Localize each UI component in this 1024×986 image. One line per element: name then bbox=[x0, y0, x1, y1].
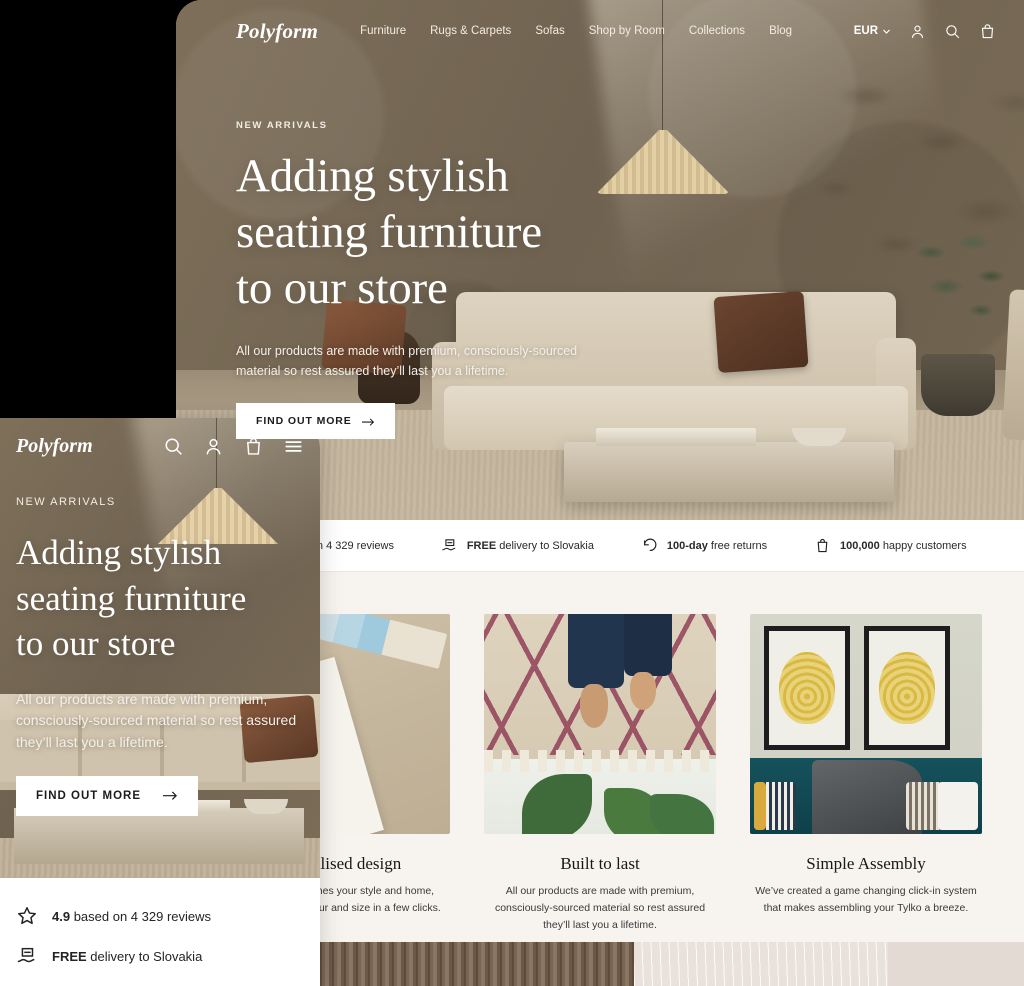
hero-pillow-right bbox=[713, 290, 809, 374]
feature-text: All our products are made with premium, … bbox=[494, 885, 706, 931]
mobile-brand-logo[interactable]: Polyform bbox=[16, 435, 93, 458]
plant-leaf-3 bbox=[650, 794, 714, 834]
trust-item-delivery: FREE delivery to Slovakia bbox=[441, 537, 594, 554]
nav-link-shop-by-room[interactable]: Shop by Room bbox=[589, 25, 665, 37]
monstera-leaf bbox=[522, 774, 592, 834]
search-icon[interactable] bbox=[944, 23, 961, 40]
white-cushion bbox=[938, 782, 978, 830]
jeans-leg-right bbox=[624, 614, 672, 676]
hero-copy: NEW ARRIVALS Adding stylish seating furn… bbox=[236, 120, 666, 440]
mobile-hero-eyebrow: NEW ARRIVALS bbox=[16, 496, 116, 508]
background-black-panel bbox=[0, 0, 176, 418]
mobile-trust-rest-reviews: based on 4 329 reviews bbox=[73, 908, 212, 924]
nav-link-blog[interactable]: Blog bbox=[769, 25, 792, 37]
feature-text: We’ve created a game changing click-in s… bbox=[755, 885, 977, 914]
hero-headline-line-2: seating furniture bbox=[236, 205, 542, 258]
nav-actions: EUR bbox=[854, 23, 996, 40]
hero-eyebrow: NEW ARRIVALS bbox=[236, 120, 328, 131]
mobile-hero-cta-button[interactable]: FIND OUT MORE bbox=[16, 775, 198, 816]
feature-image-simple-assembly bbox=[750, 614, 982, 834]
plain-panel bbox=[888, 942, 1024, 986]
bag-icon[interactable] bbox=[979, 23, 996, 40]
nav-link-sofas[interactable]: Sofas bbox=[535, 25, 564, 37]
mobile-hero-headline: Adding stylish seating furniture to our … bbox=[16, 530, 308, 667]
currency-label: EUR bbox=[853, 25, 878, 37]
delivery-icon bbox=[16, 945, 38, 967]
mobile-trust-item-reviews: 4.9 based on 4 329 reviews bbox=[16, 896, 304, 936]
chevron-down-icon bbox=[882, 27, 891, 36]
mobile-headline-line-2: seating furniture bbox=[16, 578, 247, 618]
hero-headline-line-1: Adding stylish bbox=[236, 150, 509, 202]
bag-icon bbox=[814, 537, 831, 554]
mobile-trust-strong-reviews: 4.9 bbox=[52, 908, 71, 924]
account-icon[interactable] bbox=[909, 23, 926, 40]
mobile-trust-item-returns: 100-day free returns bbox=[16, 976, 304, 986]
mobile-hero-cta-label: FIND OUT MORE bbox=[36, 789, 141, 802]
brand-logo[interactable]: Polyform bbox=[236, 19, 318, 44]
shell-illustration bbox=[879, 652, 935, 724]
shell-illustration bbox=[779, 652, 835, 724]
currency-selector[interactable]: EUR bbox=[854, 25, 891, 37]
search-icon[interactable] bbox=[163, 436, 184, 457]
arrow-right-icon bbox=[163, 791, 178, 801]
yellow-cushion-stripe bbox=[754, 782, 766, 830]
feature-title: Simple Assembly bbox=[806, 854, 926, 873]
mobile-trust-strong-delivery: FREE bbox=[52, 948, 87, 964]
feature-image-built-to-last bbox=[484, 614, 716, 834]
account-icon[interactable] bbox=[203, 436, 224, 457]
hero-headline-line-3: to our store bbox=[236, 261, 448, 314]
hero-cta-button[interactable]: FIND OUT MORE bbox=[236, 403, 395, 440]
trust-item-customers: 100,000 happy customers bbox=[814, 537, 967, 554]
return-icon bbox=[641, 537, 658, 554]
rug-fringe bbox=[484, 750, 716, 773]
nav-link-furniture[interactable]: Furniture bbox=[360, 25, 406, 37]
trust-rest-delivery: delivery to Slovakia bbox=[499, 539, 594, 552]
hero-subtext: All our products are made with premium, … bbox=[236, 343, 578, 379]
trust-strong-customers: 100,000 bbox=[839, 539, 880, 552]
nav-link-collections[interactable]: Collections bbox=[689, 25, 745, 37]
mobile-headline-line-1: Adding stylish bbox=[16, 533, 222, 572]
jeans-leg-left bbox=[568, 614, 624, 688]
bare-foot-right bbox=[630, 672, 656, 710]
hero-cta-label: FIND OUT MORE bbox=[256, 415, 352, 428]
framed-print-left bbox=[764, 626, 850, 750]
mobile-hero-subtext: All our products are made with premium, … bbox=[16, 690, 297, 750]
hero-plant-pot bbox=[921, 354, 995, 416]
feature-card[interactable]: Simple Assembly We’ve created a game cha… bbox=[750, 614, 982, 934]
mobile-mockup: Polyform NEW ARRIVALS Adding stylish sea… bbox=[0, 418, 320, 986]
trust-strong-delivery: FREE bbox=[466, 539, 497, 552]
framed-print-right bbox=[864, 626, 950, 750]
mobile-headline-line-3: to our store bbox=[16, 624, 176, 663]
hero-headline: Adding stylish seating furniture to our … bbox=[236, 149, 666, 317]
feature-title: Built to last bbox=[560, 854, 640, 873]
wave-texture-panel bbox=[633, 942, 889, 986]
mobile-coffee-table bbox=[14, 808, 304, 864]
delivery-icon bbox=[441, 537, 458, 554]
trust-item-returns: 100-day free returns bbox=[641, 537, 767, 554]
hero-coffee-table bbox=[564, 442, 894, 502]
desktop-navbar: Polyform Furniture Rugs & Carpets Sofas … bbox=[176, 0, 1024, 62]
bare-foot-left bbox=[580, 684, 608, 728]
mobile-hero-section: Polyform NEW ARRIVALS Adding stylish sea… bbox=[0, 418, 320, 878]
trust-rest-customers: happy customers bbox=[882, 539, 967, 552]
star-icon bbox=[16, 905, 38, 927]
mobile-trust-list: 4.9 based on 4 329 reviews FREE delivery… bbox=[0, 878, 320, 986]
trust-strong-returns: 100-day bbox=[666, 539, 708, 552]
mobile-trust-item-delivery: FREE delivery to Slovakia bbox=[16, 936, 304, 976]
mobile-hero-copy: NEW ARRIVALS Adding stylish seating furn… bbox=[16, 496, 308, 816]
trust-rest-returns: free returns bbox=[710, 539, 768, 552]
feature-card[interactable]: Built to last All our products are made … bbox=[484, 614, 716, 934]
nav-link-rugs-carpets[interactable]: Rugs & Carpets bbox=[430, 25, 511, 37]
mobile-trust-rest-delivery: delivery to Slovakia bbox=[90, 948, 203, 964]
nav-links: Furniture Rugs & Carpets Sofas Shop by R… bbox=[360, 25, 792, 37]
arrow-right-icon bbox=[361, 417, 375, 426]
